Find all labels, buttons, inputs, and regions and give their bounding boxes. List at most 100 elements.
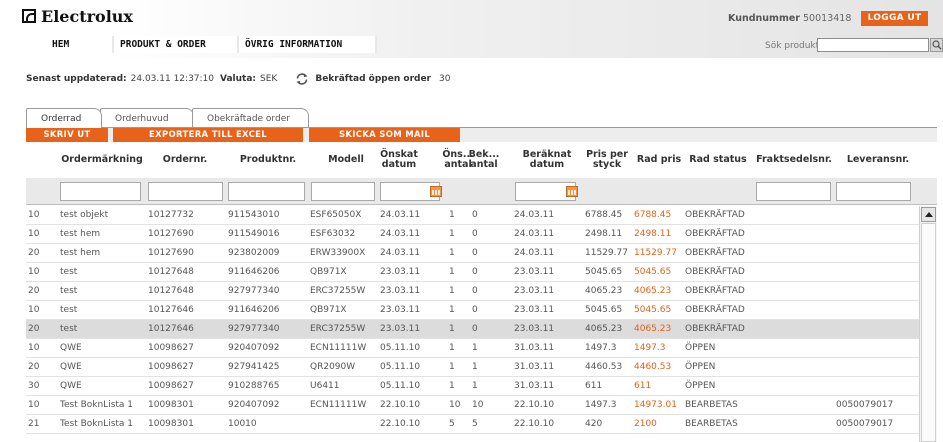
brand-logo[interactable]: Electrolux xyxy=(22,7,133,26)
cell-order: 10127646 xyxy=(148,324,194,334)
filter-input-order[interactable] xyxy=(148,182,223,201)
column-header-order[interactable]: Ordernr. xyxy=(143,142,227,178)
cell-row-price: 11529.77 xyxy=(634,248,677,258)
filter-input-product[interactable] xyxy=(228,182,305,201)
cell-delivery xyxy=(836,377,924,396)
cell-model: ESF63032 xyxy=(310,229,356,239)
cell-wish-date: 05.11.10 xyxy=(380,381,421,391)
cell-row-price: 4065.23 xyxy=(634,324,672,334)
cell-delivery xyxy=(836,263,924,282)
scroll-thumb[interactable] xyxy=(921,223,936,442)
print-button[interactable]: SKRIV UT xyxy=(26,128,108,142)
cell-unit-price: 4065.23 xyxy=(585,324,623,334)
table-row[interactable]: 10 QWE 10098627 920407092 ECN11111W 05.11.10 1… xyxy=(26,339,919,358)
refresh-icon[interactable] xyxy=(295,72,309,86)
column-header-wish-date[interactable]: Önskat datum xyxy=(363,142,436,178)
table-row[interactable]: 10 Test BoknLista 1 10098301 920407092 ECN11… xyxy=(26,396,919,415)
cell-freight xyxy=(758,244,840,263)
table-row[interactable]: 10 test objekt 10127732 911543010 ESF65050X 2… xyxy=(26,206,919,225)
filter-input-delivery[interactable] xyxy=(836,182,911,201)
scroll-up-arrow-icon[interactable] xyxy=(921,207,936,222)
cell-mark: test hem xyxy=(60,248,101,258)
cell-order: 10127690 xyxy=(148,229,194,239)
cell-delivery xyxy=(836,301,924,320)
cell-calc-date: 22.10.10 xyxy=(514,419,555,429)
cell-row-price: 2100 xyxy=(634,419,657,429)
cell-delivery: 0050079017 xyxy=(836,400,894,410)
search-button[interactable] xyxy=(930,38,943,52)
cell-model: ECN11111W xyxy=(310,400,367,410)
customer-number-label: Kundnummer xyxy=(728,13,800,24)
table-row[interactable]: 21 Test BoknLista 1 10098301 10010 22.10.10 5… xyxy=(26,415,919,434)
cell-conf-qty: 10 xyxy=(472,400,484,410)
cell-order: 10127690 xyxy=(148,248,194,258)
updated-label: Senast uppdaterad: xyxy=(26,74,127,84)
cell-wish-date: 05.11.10 xyxy=(380,343,421,353)
cell-unit-price: 5045.65 xyxy=(585,305,623,315)
cell-conf-qty: 0 xyxy=(472,229,478,239)
search-input[interactable] xyxy=(817,38,929,52)
calendar-icon[interactable] xyxy=(566,186,578,197)
tab-unconfirmed-orders[interactable]: Obekräftade order xyxy=(192,108,309,128)
cell-wish-date: 23.03.11 xyxy=(380,324,421,334)
column-header-conf-qty[interactable]: Bek... antal xyxy=(460,142,508,178)
calendar-icon[interactable] xyxy=(430,186,442,197)
table-row[interactable]: 20 test 10127646 927977340 ERC37255W 23.03.11… xyxy=(26,320,919,339)
cell-delivery xyxy=(836,244,924,263)
table-row[interactable]: 20 test hem 10127690 923802009 ERW33900X 24.0… xyxy=(26,244,919,263)
logout-button[interactable]: LOGGA UT xyxy=(861,11,928,26)
column-header-product[interactable]: Produktnr. xyxy=(224,142,312,178)
cell-freight xyxy=(758,320,840,339)
cell-mark: test objekt xyxy=(60,210,109,220)
cell-conf-qty: 1 xyxy=(472,362,478,372)
cell-freight xyxy=(758,263,840,282)
cell-unit-price: 611 xyxy=(585,381,603,391)
cell-row-price: 6788.45 xyxy=(634,210,672,220)
cell-model: U6411 xyxy=(310,381,340,391)
filter-input-model[interactable] xyxy=(311,182,375,201)
column-header-freight[interactable]: Fraktsedelsnr. xyxy=(752,142,836,178)
tab-orderhuvud[interactable]: Orderhuvud xyxy=(100,108,194,128)
table-row[interactable]: 10 test 10127646 911646206 QB971X 23.03.11 1 0 2… xyxy=(26,301,919,320)
cell-product: 911543010 xyxy=(228,210,280,220)
cell-product: 927977340 xyxy=(228,286,280,296)
cell-freight xyxy=(758,377,840,396)
column-header-unit-price[interactable]: Pris per styck xyxy=(580,142,634,178)
export-excel-button[interactable]: EXPORTERA TILL EXCEL xyxy=(113,128,303,142)
cell-order: 10127732 xyxy=(148,210,194,220)
column-header-mark[interactable]: Ordermärkning xyxy=(53,142,151,178)
table-row[interactable]: 30 QWE 10098627 910288765 U6411 05.11.10 1 1 31.… xyxy=(26,377,919,396)
table-row[interactable]: 20 QWE 10098627 927941425 QR2090W 05.11.10 1 1 3… xyxy=(26,358,919,377)
open-orders-value: 30 xyxy=(439,74,451,84)
cell-mark: QWE xyxy=(60,362,82,372)
nav-products-orders[interactable]: PRODUKT & ORDER xyxy=(114,36,237,53)
table-row[interactable]: 20 test 10127648 927977340 ERC37255W 23.03.11… xyxy=(26,282,919,301)
cell-order: 10098627 xyxy=(148,362,194,372)
cell-row-status: OBEKRÄFTAD xyxy=(685,210,745,220)
send-mail-button[interactable]: SKICKA SOM MAIL xyxy=(309,128,460,142)
nav-other-information[interactable]: ÖVRIG INFORMATION xyxy=(239,36,375,53)
cell-freight xyxy=(758,225,840,244)
vertical-scrollbar[interactable] xyxy=(919,206,937,442)
cell-line: 10 xyxy=(28,267,40,277)
cell-model xyxy=(310,415,383,434)
status-bar: Senast uppdaterad: 24.03.11 12:37:10 Val… xyxy=(26,72,456,86)
filter-input-mark[interactable] xyxy=(60,182,141,201)
tab-orderrad[interactable]: Orderrad xyxy=(26,108,102,128)
column-header-delivery[interactable]: Leveransnr. xyxy=(833,142,923,178)
filter-input-freight[interactable] xyxy=(756,182,831,201)
column-header-row-status[interactable]: Rad status xyxy=(679,142,757,178)
cell-calc-date: 24.03.11 xyxy=(514,229,555,239)
cell-conf-qty: 0 xyxy=(472,324,478,334)
nav-home[interactable]: HEM xyxy=(22,36,112,53)
cell-model: QB971X xyxy=(310,267,347,277)
cell-model: QB971X xyxy=(310,305,347,315)
cell-mark: test xyxy=(60,267,78,277)
cell-line: 10 xyxy=(28,400,40,410)
column-header-calc-date[interactable]: Beräknat datum xyxy=(509,142,585,178)
table-row[interactable]: 10 test hem 10127690 911549016 ESF63032 24.03… xyxy=(26,225,919,244)
cell-order: 10098627 xyxy=(148,381,194,391)
cell-mark: test xyxy=(60,324,78,334)
table-row[interactable]: 10 test 10127648 911646206 QB971X 23.03.11 1 0 2… xyxy=(26,263,919,282)
cell-unit-price: 11529.77 xyxy=(585,248,628,258)
